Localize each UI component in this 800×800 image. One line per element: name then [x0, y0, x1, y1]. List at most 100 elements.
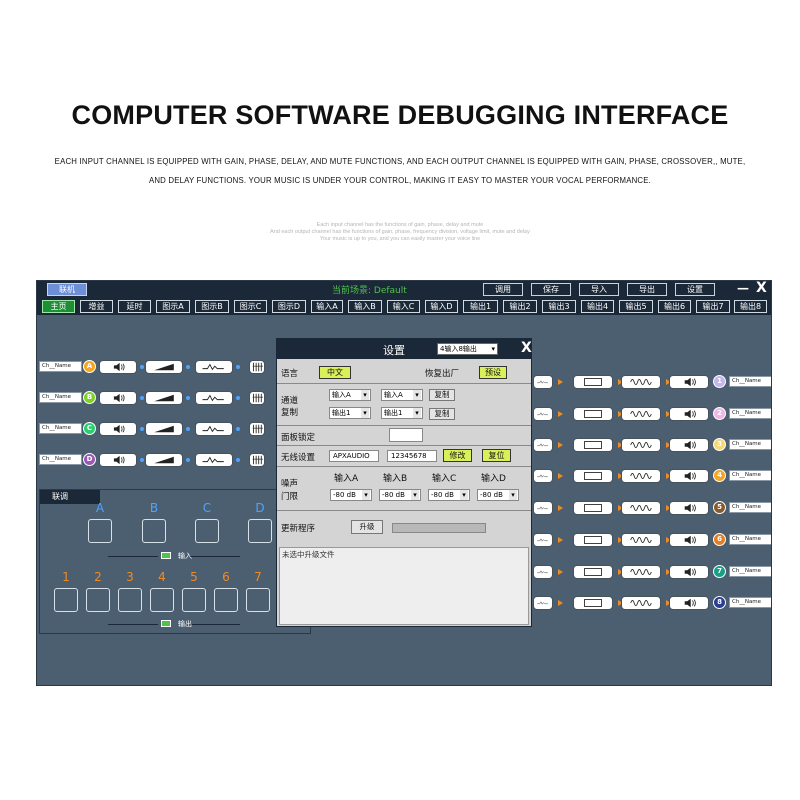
tab-1[interactable]: 主页: [42, 300, 75, 313]
panel-lock-toggle[interactable]: [389, 428, 423, 442]
eq-wave-icon[interactable]: [195, 360, 233, 374]
link-output-slot-7[interactable]: [246, 588, 270, 612]
upgrade-button[interactable]: 升级: [351, 520, 383, 534]
eq-wave-icon[interactable]: [195, 391, 233, 405]
out-eq-wave-icon[interactable]: [533, 596, 553, 610]
link-input-slot-c[interactable]: [195, 519, 219, 543]
out-crossover-icon[interactable]: [573, 596, 613, 610]
gain-ramp-icon[interactable]: [145, 391, 183, 405]
tab-13[interactable]: 输出2: [503, 300, 537, 313]
delay-bars-icon[interactable]: [249, 422, 265, 436]
wireless-password-field[interactable]: 12345678: [387, 450, 437, 462]
out-eq-wave-icon[interactable]: [533, 469, 553, 483]
gate-threshold-select-d[interactable]: -80 dB: [477, 489, 519, 501]
link-output-slot-6[interactable]: [214, 588, 238, 612]
link-output-slot-2[interactable]: [86, 588, 110, 612]
modify-button[interactable]: 修改: [443, 449, 472, 462]
copy-output-source-select[interactable]: 输出1: [329, 407, 371, 419]
input-channel-name[interactable]: Ch__Name: [39, 423, 82, 434]
mute-speaker-icon[interactable]: [99, 422, 137, 436]
tab-18[interactable]: 输出7: [696, 300, 730, 313]
tab-9[interactable]: 输入B: [348, 300, 382, 313]
close-icon[interactable]: X: [756, 281, 767, 296]
out-mute-speaker-icon[interactable]: [669, 565, 709, 579]
minimize-icon[interactable]: —: [737, 281, 749, 295]
tab-7[interactable]: 图示D: [272, 300, 306, 313]
out-limiter-icon[interactable]: [621, 596, 661, 610]
eq-wave-icon[interactable]: [195, 422, 233, 436]
out-limiter-icon[interactable]: [621, 501, 661, 515]
tab-19[interactable]: 输出8: [734, 300, 767, 313]
input-badge-c[interactable]: C: [83, 422, 96, 435]
tab-2[interactable]: 增益: [80, 300, 113, 313]
output-badge-6[interactable]: 6: [713, 533, 726, 546]
tab-15[interactable]: 输出4: [581, 300, 614, 313]
delay-bars-icon[interactable]: [249, 391, 265, 405]
out-limiter-icon[interactable]: [621, 438, 661, 452]
out-eq-wave-icon[interactable]: [533, 375, 553, 389]
out-crossover-icon[interactable]: [573, 565, 613, 579]
delay-bars-icon[interactable]: [249, 453, 265, 467]
output-badge-2[interactable]: 2: [713, 407, 726, 420]
copy-input-target-select[interactable]: 输入A: [381, 389, 423, 401]
gate-threshold-select-b[interactable]: -80 dB: [379, 489, 421, 501]
gate-threshold-select-c[interactable]: -80 dB: [428, 489, 470, 501]
out-crossover-icon[interactable]: [573, 501, 613, 515]
out-eq-wave-icon[interactable]: [533, 565, 553, 579]
link-output-slot-4[interactable]: [150, 588, 174, 612]
out-mute-speaker-icon[interactable]: [669, 438, 709, 452]
input-channel-name[interactable]: Ch__Name: [39, 454, 82, 465]
out-limiter-icon[interactable]: [621, 469, 661, 483]
gain-ramp-icon[interactable]: [145, 422, 183, 436]
tab-17[interactable]: 输出6: [658, 300, 691, 313]
wireless-ssid-field[interactable]: APXAUDIO: [329, 450, 379, 462]
mute-speaker-icon[interactable]: [99, 391, 137, 405]
gate-threshold-select-a[interactable]: -80 dB: [330, 489, 372, 501]
copy-output-button[interactable]: 复制: [429, 408, 455, 420]
out-mute-speaker-icon[interactable]: [669, 533, 709, 547]
mute-speaker-icon[interactable]: [99, 453, 137, 467]
out-eq-wave-icon[interactable]: [533, 407, 553, 421]
output-channel-name[interactable]: Ch__Name: [729, 439, 771, 450]
export-button[interactable]: 导出: [627, 283, 667, 296]
link-input-slot-d[interactable]: [248, 519, 272, 543]
tab-10[interactable]: 输入C: [387, 300, 420, 313]
settings-button[interactable]: 设置: [675, 283, 715, 296]
out-eq-wave-icon[interactable]: [533, 501, 553, 515]
input-badge-d[interactable]: D: [83, 453, 96, 466]
io-mode-select[interactable]: 4输入8输出: [437, 343, 498, 355]
out-crossover-icon[interactable]: [573, 533, 613, 547]
input-channel-name[interactable]: Ch__Name: [39, 361, 82, 372]
out-mute-speaker-icon[interactable]: [669, 596, 709, 610]
delay-bars-icon[interactable]: [249, 360, 265, 374]
out-limiter-icon[interactable]: [621, 407, 661, 421]
input-badge-b[interactable]: B: [83, 391, 96, 404]
tab-4[interactable]: 图示A: [156, 300, 190, 313]
tab-11[interactable]: 输入D: [425, 300, 458, 313]
out-eq-wave-icon[interactable]: [533, 438, 553, 452]
out-mute-speaker-icon[interactable]: [669, 375, 709, 389]
link-output-slot-5[interactable]: [182, 588, 206, 612]
input-channel-name[interactable]: Ch__Name: [39, 392, 82, 403]
input-badge-a[interactable]: A: [83, 360, 96, 373]
eq-wave-icon[interactable]: [195, 453, 233, 467]
output-badge-7[interactable]: 7: [713, 565, 726, 578]
import-button[interactable]: 导入: [579, 283, 619, 296]
out-mute-speaker-icon[interactable]: [669, 469, 709, 483]
gain-ramp-icon[interactable]: [145, 453, 183, 467]
out-mute-speaker-icon[interactable]: [669, 407, 709, 421]
recall-button[interactable]: 调用: [483, 283, 523, 296]
output-badge-4[interactable]: 4: [713, 469, 726, 482]
output-badge-3[interactable]: 3: [713, 438, 726, 451]
output-channel-name[interactable]: Ch__Name: [729, 566, 771, 577]
out-crossover-icon[interactable]: [573, 438, 613, 452]
out-limiter-icon[interactable]: [621, 375, 661, 389]
preset-button[interactable]: 预设: [479, 366, 507, 379]
out-limiter-icon[interactable]: [621, 533, 661, 547]
output-badge-5[interactable]: 5: [713, 501, 726, 514]
tab-14[interactable]: 输出3: [542, 300, 576, 313]
mute-speaker-icon[interactable]: [99, 360, 137, 374]
copy-input-button[interactable]: 复制: [429, 389, 455, 401]
link-input-slot-a[interactable]: [88, 519, 112, 543]
restore-button[interactable]: 复位: [482, 449, 511, 462]
